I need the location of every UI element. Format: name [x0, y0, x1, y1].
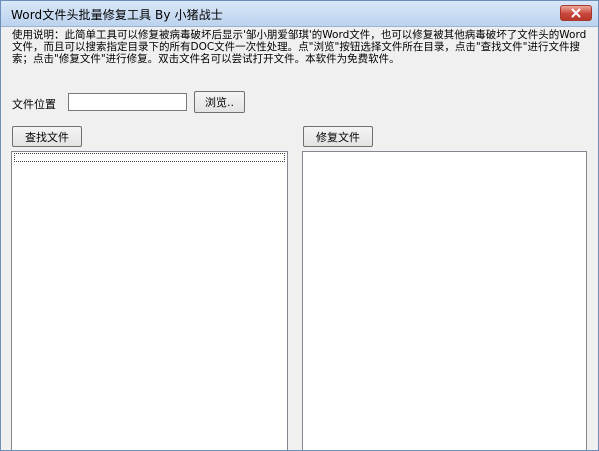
- instructions-text: 使用说明：此简单工具可以修复被病毒破坏后显示'邹小朋爱邹琪'的Word文件，也可…: [12, 29, 587, 65]
- file-location-input[interactable]: [68, 93, 187, 111]
- title-bar[interactable]: Word文件头批量修复工具 By 小猪战士: [1, 1, 598, 27]
- repair-results-list[interactable]: [302, 151, 587, 450]
- close-button[interactable]: [560, 5, 592, 21]
- list-focus-row: [14, 153, 285, 162]
- app-window: Word文件头批量修复工具 By 小猪战士 使用说明：此简单工具可以修复被病毒破…: [0, 0, 599, 451]
- close-icon: [571, 8, 581, 18]
- find-files-button[interactable]: 查找文件: [12, 126, 82, 147]
- found-files-list[interactable]: [11, 151, 288, 450]
- client-area: 使用说明：此简单工具可以修复被病毒破坏后显示'邹小朋爱邹琪'的Word文件，也可…: [1, 27, 598, 450]
- repair-files-button[interactable]: 修复文件: [303, 126, 373, 147]
- window-title: Word文件头批量修复工具 By 小猪战士: [11, 8, 223, 22]
- file-location-label: 文件位置: [12, 98, 56, 111]
- browse-button[interactable]: 浏览..: [194, 91, 245, 113]
